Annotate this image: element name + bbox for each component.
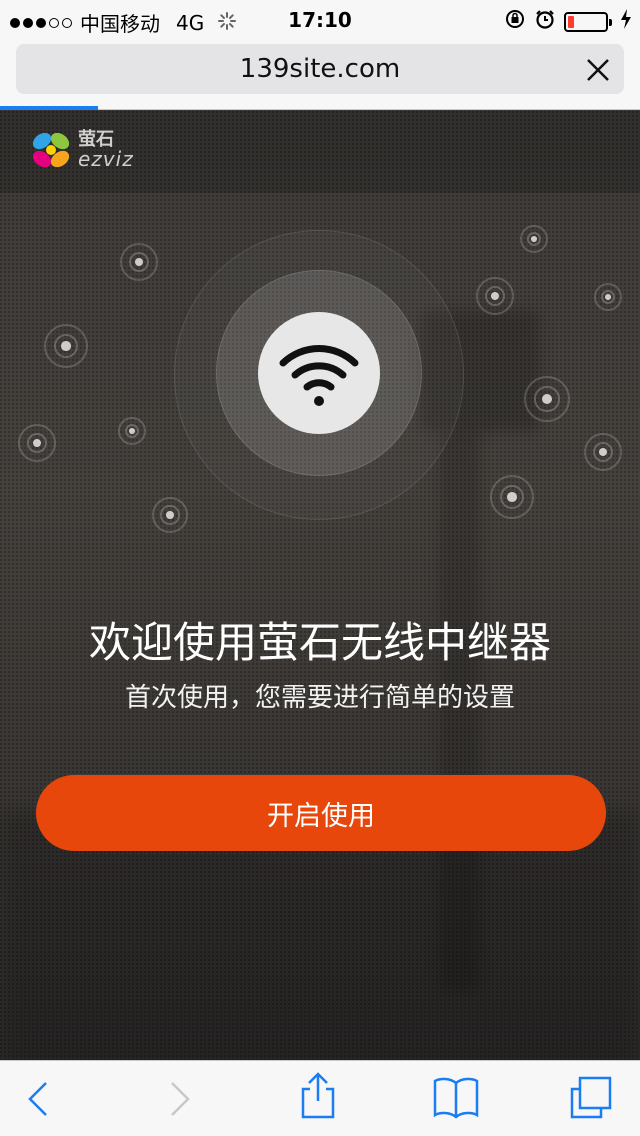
pulse-dot-icon <box>118 417 146 445</box>
pulse-dot-icon <box>490 475 534 519</box>
start-button[interactable]: 开启使用 <box>36 775 606 851</box>
pulse-dot-icon <box>520 225 548 253</box>
page-load-progress <box>0 106 98 110</box>
pulse-dot-icon <box>18 424 56 462</box>
url-text[interactable]: 139site.com <box>16 54 624 84</box>
header: 萤石 ezviz <box>0 111 640 193</box>
battery-icon <box>564 11 612 32</box>
logo-text-en: ezviz <box>78 147 134 171</box>
wifi-button[interactable] <box>258 312 380 434</box>
wifi-icon <box>279 345 359 406</box>
page-subtitle: 首次使用，您需要进行简单的设置 <box>124 683 515 713</box>
browser-toolbar <box>0 1060 640 1136</box>
address-bar[interactable]: 139site.com <box>16 44 624 94</box>
pulse-dot-icon <box>120 243 158 281</box>
share-icon[interactable] <box>298 1071 338 1125</box>
pulse-dot-icon <box>584 433 622 471</box>
alarm-icon <box>534 8 556 35</box>
browser-address-bar-area: 139site.com <box>0 40 640 110</box>
pulse-dot-icon <box>44 324 88 368</box>
pulse-dot-icon <box>594 283 622 311</box>
pulse-dot-icon <box>524 376 570 422</box>
bookmarks-icon[interactable] <box>432 1075 480 1123</box>
web-content: 萤石 ezviz 欢迎使用萤石无线中继器 首次使用，您需要进行简单的设置 开启使… <box>0 111 640 1060</box>
forward-icon[interactable] <box>168 1079 192 1123</box>
ezviz-logo-icon <box>32 132 70 168</box>
rotation-lock-icon <box>504 8 526 35</box>
ezviz-logo: 萤石 ezviz <box>28 127 134 173</box>
page-title: 欢迎使用萤石无线中继器 <box>88 618 551 667</box>
status-bar: 中国移动 4G 17:10 <box>0 0 640 40</box>
tabs-icon[interactable] <box>568 1075 614 1125</box>
charging-bolt-icon <box>620 9 632 34</box>
pulse-dot-icon <box>476 277 514 315</box>
pulse-dot-icon <box>152 497 188 533</box>
back-icon[interactable] <box>26 1079 50 1123</box>
close-icon[interactable] <box>584 56 612 84</box>
